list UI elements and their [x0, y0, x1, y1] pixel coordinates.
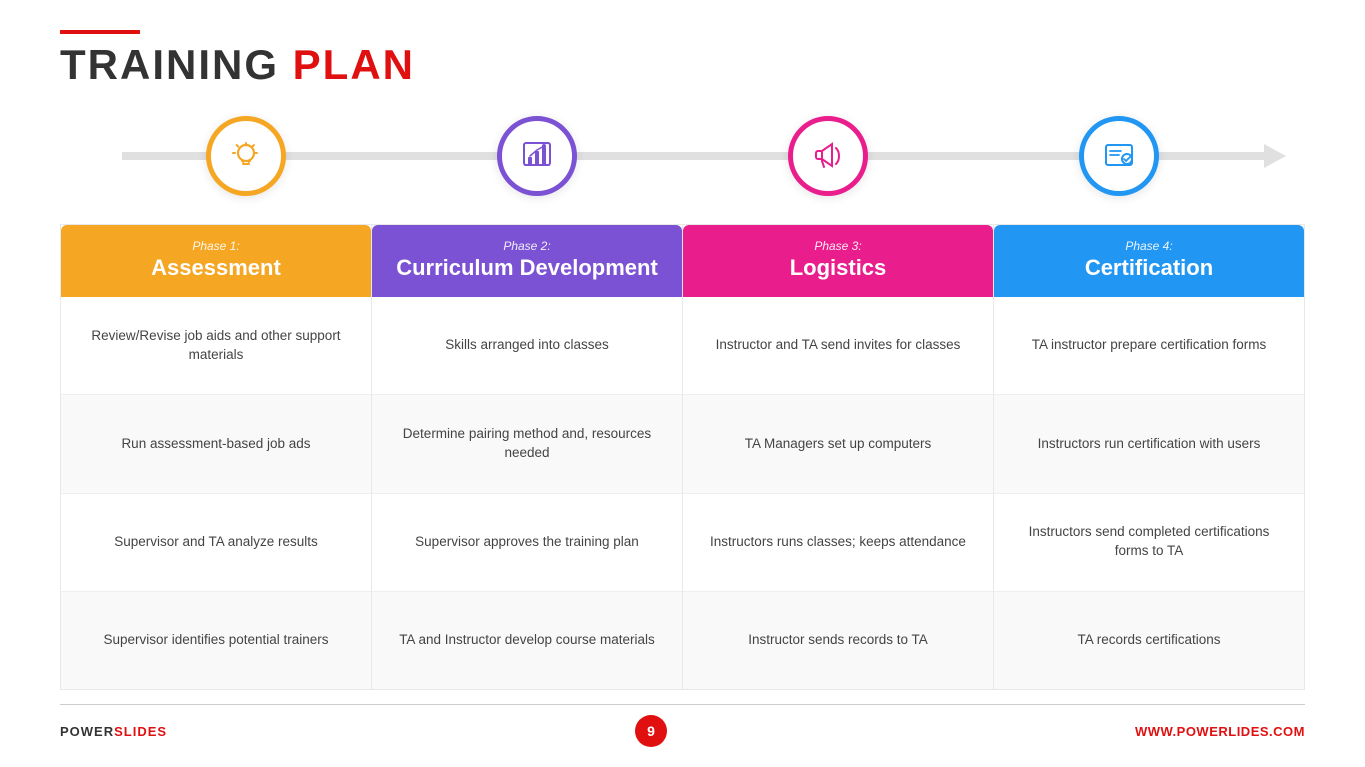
phase1-icon — [206, 116, 286, 196]
phase1-items: Review/Revise job aids and other support… — [61, 297, 371, 689]
phase4-item-2: Instructors run certification with users — [994, 395, 1304, 493]
phase-col-certification: Phase 4: Certification TA instructor pre… — [993, 224, 1305, 690]
phase1-item-2: Run assessment-based job ads — [61, 395, 371, 493]
footer-url: WWW.POWERLIDES.COM — [1135, 724, 1305, 739]
phase4-title: Certification — [1085, 255, 1213, 281]
phase3-icon-wrap — [788, 116, 868, 196]
certificate-icon — [1101, 138, 1137, 174]
phase1-icon-wrap — [206, 116, 286, 196]
phase4-header: Phase 4: Certification — [994, 225, 1304, 297]
footer-brand-part2: SLIDES — [114, 724, 167, 739]
phase3-item-1: Instructor and TA send invites for class… — [683, 297, 993, 395]
phase4-icon-wrap — [1079, 116, 1159, 196]
phase-col-logistics: Phase 3: Logistics Instructor and TA sen… — [682, 224, 993, 690]
title-plan: PLAN — [293, 41, 415, 88]
phase3-item-2: TA Managers set up computers — [683, 395, 993, 493]
chart-icon — [519, 138, 555, 174]
slide: TRAINING PLAN — [0, 0, 1365, 767]
phase3-item-4: Instructor sends records to TA — [683, 592, 993, 689]
phase4-items: TA instructor prepare certification form… — [994, 297, 1304, 689]
red-line-decoration — [60, 30, 140, 34]
phase2-title: Curriculum Development — [396, 255, 658, 281]
footer-brand: POWERSLIDES — [60, 724, 167, 739]
phase2-sub-label: Phase 2: — [503, 239, 550, 253]
phase2-icon-wrap — [497, 116, 577, 196]
timeline-icons — [60, 116, 1305, 196]
phase4-icon — [1079, 116, 1159, 196]
phase1-item-3: Supervisor and TA analyze results — [61, 494, 371, 592]
phase2-item-1: Skills arranged into classes — [372, 297, 682, 395]
phase3-header: Phase 3: Logistics — [683, 225, 993, 297]
phase1-title: Assessment — [151, 255, 281, 281]
phase-columns: Phase 1: Assessment Review/Revise job ai… — [60, 224, 1305, 690]
header: TRAINING PLAN — [60, 30, 1305, 88]
timeline-section — [60, 106, 1305, 206]
phase4-item-1: TA instructor prepare certification form… — [994, 297, 1304, 395]
phase2-icon — [497, 116, 577, 196]
title-training: TRAINING — [60, 41, 279, 88]
phase2-header: Phase 2: Curriculum Development — [372, 225, 682, 297]
phase4-item-3: Instructors send completed certification… — [994, 494, 1304, 592]
phase2-items: Skills arranged into classes Determine p… — [372, 297, 682, 689]
phase1-header: Phase 1: Assessment — [61, 225, 371, 297]
phase2-item-3: Supervisor approves the training plan — [372, 494, 682, 592]
phase1-item-4: Supervisor identifies potential trainers — [61, 592, 371, 689]
phase3-item-3: Instructors runs classes; keeps attendan… — [683, 494, 993, 592]
phase3-sub-label: Phase 3: — [814, 239, 861, 253]
lightbulb-icon — [228, 138, 264, 174]
main-title: TRAINING PLAN — [60, 42, 1305, 88]
phase4-item-4: TA records certifications — [994, 592, 1304, 689]
phase-col-curriculum: Phase 2: Curriculum Development Skills a… — [371, 224, 682, 690]
phase2-item-4: TA and Instructor develop course materia… — [372, 592, 682, 689]
phase2-item-2: Determine pairing method and, resources … — [372, 395, 682, 493]
phase4-sub-label: Phase 4: — [1125, 239, 1172, 253]
phase-col-assessment: Phase 1: Assessment Review/Revise job ai… — [60, 224, 371, 690]
phase3-title: Logistics — [790, 255, 887, 281]
phase3-items: Instructor and TA send invites for class… — [683, 297, 993, 689]
footer: POWERSLIDES 9 WWW.POWERLIDES.COM — [60, 704, 1305, 747]
phase3-icon — [788, 116, 868, 196]
footer-brand-part1: POWER — [60, 724, 114, 739]
footer-page-number: 9 — [635, 715, 667, 747]
megaphone-icon — [810, 138, 846, 174]
phase1-sub-label: Phase 1: — [192, 239, 239, 253]
phase1-item-1: Review/Revise job aids and other support… — [61, 297, 371, 395]
